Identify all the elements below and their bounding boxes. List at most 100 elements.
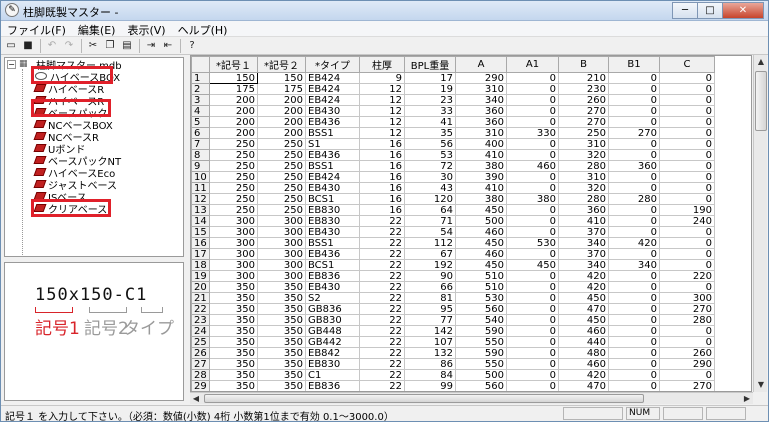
grid-cell[interactable]: 270 [558,105,609,117]
grid-cell[interactable]: S2 [305,292,360,304]
grid-cell[interactable]: 0 [506,325,559,337]
column-header[interactable]: A1 [506,56,559,73]
grid-cell[interactable]: 0 [608,248,660,260]
grid-cell[interactable]: 450 [558,314,609,326]
grid-cell[interactable]: 360 [558,204,609,216]
row-header[interactable]: 20 [191,281,210,293]
grid-cell[interactable]: 0 [608,94,660,106]
grid-cell[interactable]: 340 [608,259,660,271]
row-header[interactable]: 4 [191,105,210,117]
grid-cell[interactable]: EB836 [305,380,360,391]
grid-cell[interactable]: 290 [455,72,507,84]
grid-cell[interactable]: 0 [506,380,559,391]
grid-cell[interactable]: 230 [558,83,609,95]
grid-cell[interactable]: 550 [455,336,507,348]
grid-cell[interactable]: 450 [506,259,559,271]
grid-cell[interactable]: 22 [359,358,405,370]
grid-cell[interactable]: 22 [359,336,405,348]
maximize-button[interactable]: □ [697,2,723,19]
grid-cell[interactable]: 350 [209,292,258,304]
grid-cell[interactable]: 22 [359,259,405,271]
grid-cell[interactable]: 350 [257,281,306,293]
grid-cell[interactable]: 0 [659,325,715,337]
grid-cell[interactable]: 350 [209,303,258,315]
grid-cell[interactable]: 350 [257,358,306,370]
grid-cell[interactable]: 420 [558,281,609,293]
row-header[interactable]: 3 [191,94,210,106]
grid-cell[interactable]: 0 [659,138,715,150]
grid-cell[interactable]: 300 [209,259,258,271]
grid-cell[interactable]: 12 [359,105,405,117]
grid-cell[interactable]: 0 [659,116,715,128]
grid-cell[interactable]: 530 [506,237,559,249]
grid-cell[interactable]: 12 [359,83,405,95]
grid-cell[interactable]: 0 [659,193,715,205]
grid-cell[interactable]: 300 [209,215,258,227]
grid-cell[interactable]: 250 [257,160,306,172]
grid-cell[interactable]: 250 [209,171,258,183]
grid-cell[interactable]: 81 [404,292,456,304]
grid-cell[interactable]: EB830 [305,215,360,227]
grid-cell[interactable]: 0 [506,226,559,238]
grid-cell[interactable]: 0 [506,94,559,106]
grid-cell[interactable]: 240 [659,215,715,227]
grid-cell[interactable]: 112 [404,237,456,249]
grid-cell[interactable]: 0 [659,171,715,183]
scroll-down-icon[interactable]: ▼ [755,378,767,392]
grid-cell[interactable]: 0 [506,314,559,326]
scroll-left-icon[interactable]: ◀ [190,393,202,404]
grid-cell[interactable]: 71 [404,215,456,227]
row-header[interactable]: 18 [191,259,210,271]
grid-cell[interactable]: 0 [608,336,660,348]
grid-cell[interactable]: 540 [455,314,507,326]
grid-cell[interactable]: 17 [404,72,456,84]
grid-cell[interactable]: 460 [455,226,507,238]
grid-cell[interactable]: 0 [659,237,715,249]
grid-cell[interactable]: EB430 [305,105,360,117]
grid-cell[interactable]: 470 [558,303,609,315]
grid-cell[interactable]: 192 [404,259,456,271]
grid-cell[interactable]: 250 [558,127,609,139]
grid-cell[interactable]: 99 [404,380,456,391]
column-header[interactable]: B [558,56,609,73]
row-header[interactable]: 23 [191,314,210,326]
column-header[interactable]: *記号２ [257,56,306,73]
horizontal-scrollbar[interactable]: ◀ ▶ [190,392,753,404]
row-header[interactable]: 1 [191,72,210,84]
grid-cell[interactable]: 22 [359,303,405,315]
grid-cell[interactable]: 53 [404,149,456,161]
grid-cell[interactable]: 300 [659,292,715,304]
grid-cell[interactable]: 270 [608,127,660,139]
grid-cell[interactable]: 0 [608,325,660,337]
grid-cell[interactable]: 66 [404,281,456,293]
grid-cell[interactable]: 460 [506,160,559,172]
grid-cell[interactable]: 0 [608,270,660,282]
grid-cell[interactable]: 0 [659,83,715,95]
grid-cell[interactable]: EB436 [305,116,360,128]
grid-cell[interactable]: 350 [209,358,258,370]
grid-cell[interactable]: 260 [659,347,715,359]
grid-cell[interactable]: 16 [359,160,405,172]
column-header[interactable]: B1 [608,56,660,73]
menu-view[interactable]: 表示(V) [121,21,171,37]
grid-cell[interactable]: 150 [209,72,258,84]
grid-cell[interactable]: 16 [359,171,405,183]
grid-cell[interactable]: 0 [659,149,715,161]
grid-cell[interactable]: 330 [506,127,559,139]
grid-cell[interactable]: 300 [209,270,258,282]
redo-icon[interactable]: ↷ [61,38,77,53]
grid-cell[interactable]: 0 [506,149,559,161]
grid-cell[interactable]: 320 [558,182,609,194]
column-header[interactable]: *タイプ [305,56,360,73]
grid-cell[interactable]: 90 [404,270,456,282]
grid-cell[interactable]: EB436 [305,248,360,260]
vertical-scrollbar[interactable]: ▲ ▼ [753,55,767,392]
grid-cell[interactable]: 0 [506,303,559,315]
grid-cell[interactable]: 19 [404,83,456,95]
grid-cell[interactable]: 390 [455,171,507,183]
row-header[interactable]: 8 [191,149,210,161]
grid-cell[interactable]: 86 [404,358,456,370]
grid-cell[interactable]: 250 [209,138,258,150]
grid-cell[interactable]: 410 [455,149,507,161]
grid-cell[interactable]: 0 [659,336,715,348]
